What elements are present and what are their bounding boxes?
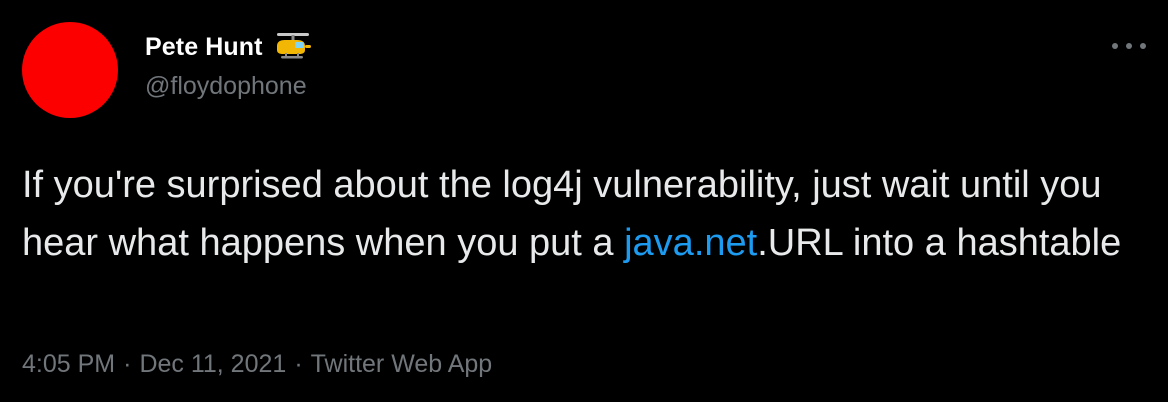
tweet-card: Pete Hunt @floydophone If you're surpris… [0,0,1168,402]
more-dot [1140,43,1146,49]
helicopter-icon [273,32,313,62]
author-block: Pete Hunt @floydophone [145,30,313,101]
display-name[interactable]: Pete Hunt [145,33,263,62]
more-dot [1126,43,1132,49]
avatar[interactable] [22,22,118,118]
more-options-icon[interactable] [1112,36,1146,56]
name-row: Pete Hunt [145,30,313,64]
handle[interactable]: @floydophone [145,72,313,101]
tweet-text-after-link: .URL into a hashtable [757,222,1122,264]
tweet-source[interactable]: Twitter Web App [311,350,493,379]
meta-separator: · [123,350,132,378]
tweet-time[interactable]: 4:05 PM [22,350,115,379]
tweet-link[interactable]: java.net [624,222,757,264]
tweet-text: If you're surprised about the log4j vuln… [22,156,1142,272]
tweet-meta: 4:05 PM · Dec 11, 2021 · Twitter Web App [22,350,492,379]
more-dot [1112,43,1118,49]
tweet-date[interactable]: Dec 11, 2021 [139,350,286,379]
meta-separator: · [294,350,303,378]
